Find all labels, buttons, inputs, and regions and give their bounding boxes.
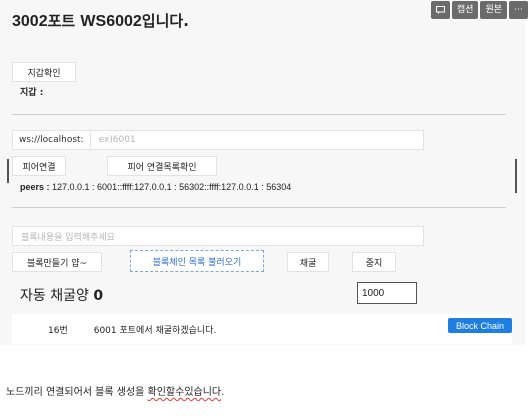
auto-mine-count: 0 xyxy=(93,288,104,304)
comment-button[interactable] xyxy=(430,1,450,19)
auto-mine-label: 자동 채굴양 0 xyxy=(20,288,104,304)
comment-icon xyxy=(435,6,445,14)
scrollbar-right[interactable] xyxy=(515,159,517,193)
peers-line: peers : 127.0.0.1 : 6001::ffff:127.0.0.1… xyxy=(20,182,291,192)
peers-value: 127.0.0.1 : 6001::ffff:127.0.0.1 : 56302… xyxy=(49,182,292,192)
footer-note: 노드끼리 연결되어서 블록 생성을 확인할수있습니다. xyxy=(6,387,225,398)
top-toolbar: 캡션 원본 ⋯ xyxy=(430,1,528,19)
scrollbar-left[interactable] xyxy=(7,159,9,183)
block-content-placeholder: 블록내용을 입력해주세요 xyxy=(21,232,115,243)
port-placeholder: ex)6001 xyxy=(98,135,136,145)
more-icon[interactable]: ⋯ xyxy=(509,1,528,19)
log-row: 16번 6001 포트에서 채굴하겠습니다. xyxy=(12,314,512,344)
auto-mine-input[interactable]: 1000 xyxy=(357,282,417,304)
make-block-button[interactable]: 블록만들기 얍~ xyxy=(12,252,102,272)
peer-list-button[interactable]: 피어 연결목록확인 xyxy=(107,156,217,176)
page-title: 3002포트 WS6002입니다. xyxy=(12,12,189,30)
url-prefix: ws://localhost: xyxy=(13,131,91,149)
underlined-phrase: 확인할수있습니다 xyxy=(147,387,222,398)
wallet-label: 지갑 : xyxy=(20,88,44,98)
stop-button[interactable]: 중지 xyxy=(352,252,396,272)
original-button[interactable]: 원본 xyxy=(480,1,507,19)
peer-connect-button[interactable]: 피어연결 xyxy=(12,156,66,176)
mine-button[interactable]: 채굴 xyxy=(287,252,329,272)
wallet-check-button[interactable]: 지갑확인 xyxy=(12,62,76,82)
block-chain-button[interactable]: Block Chain xyxy=(448,318,512,333)
block-content-input[interactable]: 블록내용을 입력해주세요 xyxy=(12,226,424,246)
log-index: 16번 xyxy=(48,325,68,336)
divider xyxy=(12,114,506,115)
caption-button[interactable]: 캡션 xyxy=(451,1,479,19)
load-chain-button[interactable]: 블록체인 목록 불러오기 xyxy=(130,250,264,272)
peers-label: peers : xyxy=(20,182,50,192)
divider xyxy=(12,207,506,208)
port-input[interactable]: ws://localhost: ex)6001 xyxy=(12,130,424,150)
log-message: 6001 포트에서 채굴하겠습니다. xyxy=(93,325,217,336)
